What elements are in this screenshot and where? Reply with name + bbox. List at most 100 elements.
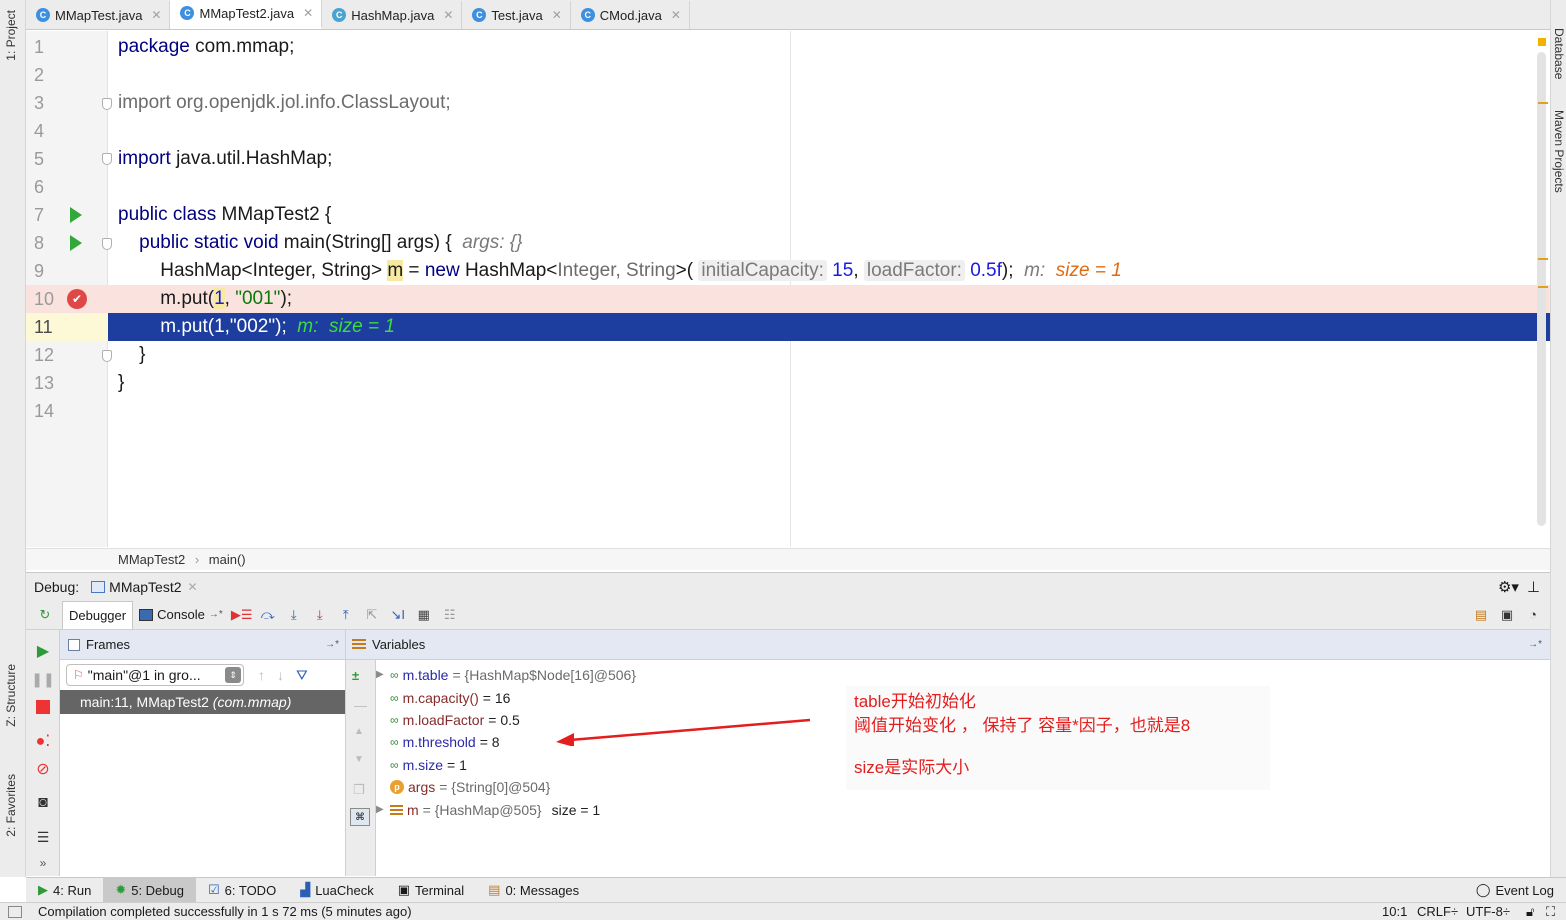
step-out-icon[interactable]: ⤒ (337, 606, 355, 624)
code-line[interactable]: 7 public class MMapTest2 { (26, 201, 1550, 229)
tab-hashmap[interactable]: C HashMap.java ✕ (322, 1, 463, 29)
code-line[interactable]: 13 } (26, 369, 1550, 397)
close-icon[interactable]: ✕ (443, 8, 453, 22)
pin-icon[interactable]: →* (1528, 639, 1542, 650)
fold-icon[interactable] (102, 238, 112, 250)
code-line[interactable]: 1 package com.mmap; (26, 33, 1550, 61)
fold-icon[interactable] (102, 153, 112, 165)
tool-debug[interactable]: ✹ 5: Debug (103, 877, 196, 903)
fold-icon[interactable] (102, 350, 112, 362)
run-to-cursor-icon[interactable]: ↘I (389, 606, 407, 624)
tab-cmod[interactable]: C CMod.java ✕ (571, 1, 690, 29)
breadcrumb-class[interactable]: MMapTest2 (118, 552, 185, 567)
code-line[interactable]: 14 (26, 397, 1550, 425)
code-editor[interactable]: 1 package com.mmap; 2 3 import org.openj… (26, 31, 1550, 547)
tab-debugger[interactable]: Debugger (62, 600, 134, 629)
expand-arrow-icon[interactable]: ▶ (376, 664, 386, 686)
variable-row[interactable]: p args = {String[0]@504} (376, 776, 550, 798)
stack-frame[interactable]: main:11, MMapTest2 (com.mmap) (60, 690, 345, 714)
code-line[interactable]: 8 public static void main(String[] args)… (26, 229, 1550, 257)
lock-icon[interactable]: 🔓︎ (1526, 903, 1534, 920)
close-icon[interactable]: ✕ (552, 8, 562, 22)
scroll-marker[interactable] (1538, 286, 1548, 288)
arrow-down-icon[interactable]: ↓ (277, 667, 284, 683)
stop-icon[interactable] (34, 698, 52, 716)
code-line[interactable]: 6 (26, 173, 1550, 201)
breakpoint-line[interactable]: 10 ✔ m.put(1, "001"); (26, 285, 1550, 313)
pin-icon[interactable]: →* (325, 639, 339, 650)
tab-mmaptest[interactable]: C MMapTest.java ✕ (26, 1, 171, 29)
variable-row[interactable]: ▶ ∞ m.table = {HashMap$Node[16]@506} (376, 664, 636, 686)
arrow-up-icon[interactable]: ↑ (258, 667, 265, 683)
resume-icon[interactable]: ▶ (34, 642, 52, 660)
evaluate-expression-icon[interactable]: ▦ (415, 606, 433, 624)
pause-icon[interactable]: ❚❚ (31, 670, 54, 688)
status-message[interactable]: Compilation completed successfully in 1 … (38, 903, 412, 920)
close-icon[interactable]: ✕ (188, 580, 198, 594)
maven-tool-button[interactable]: Maven Projects (1552, 110, 1566, 193)
close-icon[interactable]: ✕ (303, 6, 313, 20)
editor-scrollbar[interactable] (1537, 52, 1546, 526)
code-line[interactable]: 2 (26, 61, 1550, 89)
file-encoding[interactable]: UTF-8÷ (1466, 903, 1510, 920)
layout-icon[interactable]: ☰ (34, 828, 52, 846)
filter-icon[interactable]: ⛛ (296, 667, 308, 684)
tab-test[interactable]: C Test.java ✕ (462, 1, 571, 29)
database-tool-button[interactable]: Database (1552, 28, 1566, 79)
gear-icon[interactable]: ⚙▾ (1498, 578, 1519, 596)
drop-frame-icon[interactable]: ⇱ (363, 606, 381, 624)
run-gutter-icon[interactable] (70, 207, 82, 223)
variable-row[interactable]: ▶ m = {HashMap@505} size = 1 (376, 799, 600, 821)
trace-icon[interactable]: ☷ (441, 606, 459, 624)
more-icon[interactable]: » (34, 854, 52, 872)
project-tool-button[interactable]: 1: Project (4, 10, 18, 61)
code-line[interactable]: 3 import org.openjdk.jol.info.ClassLayou… (26, 89, 1550, 117)
tool-event-log[interactable]: ◯ Event Log (1464, 878, 1566, 903)
close-icon[interactable]: ✕ (151, 8, 161, 22)
force-step-into-icon[interactable]: ⤓ (311, 606, 329, 624)
line-separator[interactable]: CRLF÷ (1417, 903, 1458, 920)
tool-messages[interactable]: ▤ 0: Messages (476, 878, 591, 903)
tool-run[interactable]: ▶ 4: Run (26, 878, 103, 903)
memory-icon[interactable]: ▣ (1498, 606, 1516, 624)
inspector-icon[interactable]: ⛶ (1546, 903, 1555, 920)
tab-mmaptest2[interactable]: C MMapTest2.java ✕ (170, 0, 323, 29)
restore-layout-icon[interactable]: ▤ (1472, 606, 1490, 624)
scroll-marker[interactable] (1538, 102, 1548, 104)
overhead-icon[interactable]: ◔ (1524, 606, 1542, 624)
mute-breakpoints-icon[interactable]: ⊘ (34, 760, 52, 778)
tab-console[interactable]: Console →* (133, 601, 229, 629)
step-over-icon[interactable]: ⤼ (259, 606, 277, 624)
fold-icon[interactable] (102, 98, 112, 110)
analysis-status-icon[interactable] (1538, 38, 1546, 46)
toggle-toolwindows-icon[interactable] (8, 906, 22, 918)
code-line[interactable]: 9 HashMap<Integer, String> m = new HashM… (26, 257, 1550, 285)
breakpoint-icon[interactable]: ✔ (67, 289, 87, 309)
current-execution-line[interactable]: 11 m.put(1,"002"); m: size = 1 (26, 313, 1550, 341)
hide-icon[interactable]: ⊥ (1527, 578, 1540, 596)
favorites-tool-button[interactable]: 2: Favorites (4, 774, 18, 837)
caret-position[interactable]: 10:1 (1382, 903, 1407, 920)
variable-row[interactable]: ∞ m.size = 1 (376, 754, 467, 776)
code-line[interactable]: 4 (26, 117, 1550, 145)
structure-tool-button[interactable]: Z: Structure (4, 664, 18, 727)
scroll-marker[interactable] (1538, 258, 1548, 260)
code-line[interactable]: 5 import java.util.HashMap; (26, 145, 1550, 173)
variable-row[interactable]: ∞ m.threshold = 8 (376, 731, 500, 753)
expand-arrow-icon[interactable]: ▶ (376, 799, 386, 821)
variable-row[interactable]: ∞ m.loadFactor = 0.5 (376, 709, 520, 731)
debug-session-tab[interactable]: MMapTest2 (109, 579, 181, 595)
code-line[interactable]: 12 } (26, 341, 1550, 369)
breadcrumb-method[interactable]: main() (209, 552, 246, 567)
tool-luacheck[interactable]: ▟ LuaCheck (288, 878, 386, 903)
step-into-icon[interactable]: ⤓ (285, 606, 303, 624)
tool-terminal[interactable]: ▣ Terminal (386, 878, 476, 903)
camera-icon[interactable]: ◙ (34, 794, 52, 812)
tool-todo[interactable]: ☑ 6: TODO (196, 878, 288, 903)
view-breakpoints-icon[interactable]: ●⁚ (34, 732, 52, 750)
show-execution-point-icon[interactable]: ▶☰ (231, 606, 253, 624)
run-gutter-icon[interactable] (70, 235, 82, 251)
close-icon[interactable]: ✕ (671, 8, 681, 22)
thread-select[interactable]: ⚐ "main"@1 in gro... ⇕ (66, 664, 244, 686)
variable-row[interactable]: ∞ m.capacity() = 16 (376, 687, 510, 709)
